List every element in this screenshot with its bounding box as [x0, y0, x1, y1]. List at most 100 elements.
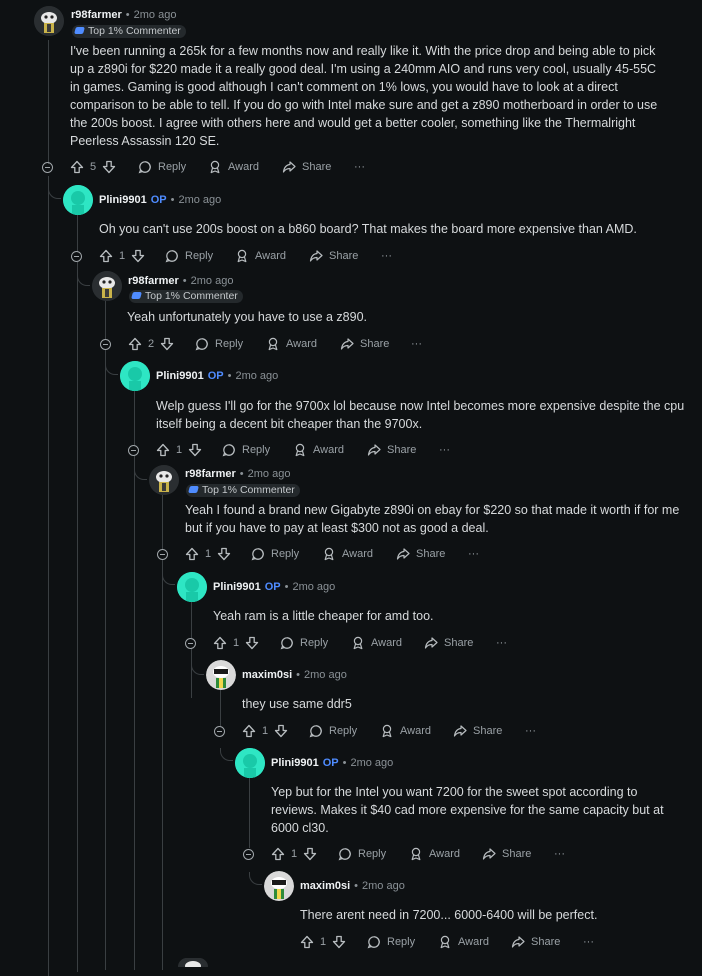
- downvote-icon[interactable]: [188, 443, 202, 457]
- upvote-icon[interactable]: [70, 160, 84, 174]
- share-button[interactable]: Share: [453, 721, 502, 741]
- upvote-icon[interactable]: [242, 724, 256, 738]
- timestamp[interactable]: 2mo ago: [178, 194, 221, 206]
- share-button[interactable]: Share: [340, 334, 389, 354]
- more-icon[interactable]: ···: [354, 157, 365, 177]
- downvote-icon[interactable]: [332, 935, 346, 949]
- share-button[interactable]: Share: [282, 157, 331, 177]
- username[interactable]: Plini9901: [99, 194, 147, 206]
- timestamp[interactable]: 2mo ago: [304, 669, 347, 681]
- avatar-icon[interactable]: [206, 660, 236, 690]
- timestamp[interactable]: 2mo ago: [134, 9, 177, 21]
- avatar-icon[interactable]: [92, 271, 122, 301]
- more-icon[interactable]: ···: [583, 932, 594, 952]
- more-icon[interactable]: ···: [468, 544, 479, 564]
- upvote-icon[interactable]: [271, 847, 285, 861]
- collapse-icon[interactable]: [71, 251, 82, 262]
- reply-button[interactable]: Reply: [195, 334, 243, 354]
- avatar-icon[interactable]: [177, 572, 207, 602]
- reply-button[interactable]: Reply: [338, 844, 386, 864]
- collapse-icon[interactable]: [185, 638, 196, 649]
- comment-body: Yeah I found a brand new Gigabyte z890i …: [185, 503, 680, 535]
- reply-button[interactable]: Reply: [138, 157, 186, 177]
- avatar-icon[interactable]: [149, 465, 179, 495]
- collapse-icon[interactable]: [128, 445, 139, 456]
- award-button[interactable]: Award: [293, 440, 344, 460]
- award-button[interactable]: Award: [208, 157, 259, 177]
- timestamp[interactable]: 2mo ago: [191, 275, 234, 287]
- reply-button[interactable]: Reply: [309, 721, 357, 741]
- avatar-icon[interactable]: [178, 958, 208, 967]
- downvote-icon[interactable]: [160, 337, 174, 351]
- award-button[interactable]: Award: [322, 544, 373, 564]
- collapse-icon[interactable]: [243, 849, 254, 860]
- share-button[interactable]: Share: [309, 246, 358, 266]
- upvote-icon[interactable]: [128, 337, 142, 351]
- upvote-icon[interactable]: [213, 636, 227, 650]
- downvote-icon[interactable]: [131, 249, 145, 263]
- avatar-icon[interactable]: [34, 6, 64, 36]
- username[interactable]: maxim0si: [242, 669, 292, 681]
- username[interactable]: maxim0si: [300, 880, 350, 892]
- more-icon[interactable]: ···: [525, 721, 536, 741]
- comment-header: r98farmer • 2mo ago: [185, 468, 291, 480]
- award-button[interactable]: Award: [380, 721, 431, 741]
- timestamp[interactable]: 2mo ago: [292, 581, 335, 593]
- downvote-icon[interactable]: [303, 847, 317, 861]
- avatar-icon[interactable]: [120, 361, 150, 391]
- downvote-icon[interactable]: [217, 547, 231, 561]
- collapse-icon[interactable]: [42, 162, 53, 173]
- upvote-icon[interactable]: [99, 249, 113, 263]
- more-icon[interactable]: ···: [496, 633, 507, 653]
- share-button[interactable]: Share: [511, 932, 560, 952]
- downvote-icon[interactable]: [274, 724, 288, 738]
- reply-button[interactable]: Reply: [280, 633, 328, 653]
- award-button[interactable]: Award: [351, 633, 402, 653]
- reply-button[interactable]: Reply: [251, 544, 299, 564]
- timestamp[interactable]: 2mo ago: [248, 468, 291, 480]
- upvote-icon[interactable]: [185, 547, 199, 561]
- award-icon: [411, 847, 421, 861]
- avatar-icon[interactable]: [264, 871, 294, 901]
- username[interactable]: Plini9901: [271, 757, 319, 769]
- reply-icon: [196, 338, 208, 350]
- upvote-icon[interactable]: [300, 935, 314, 949]
- downvote-icon[interactable]: [102, 160, 116, 174]
- vote-count: 5: [90, 161, 97, 173]
- username[interactable]: Plini9901: [156, 370, 204, 382]
- avatar-icon[interactable]: [63, 185, 93, 215]
- comment-actions: 1 Reply Award Share ···: [128, 440, 488, 460]
- share-button[interactable]: Share: [396, 544, 445, 564]
- downvote-icon[interactable]: [245, 636, 259, 650]
- award-button[interactable]: Award: [438, 932, 489, 952]
- username[interactable]: r98farmer: [128, 275, 179, 287]
- reply-button[interactable]: Reply: [222, 440, 270, 460]
- upvote-icon[interactable]: [156, 443, 170, 457]
- share-button[interactable]: Share: [424, 633, 473, 653]
- more-icon[interactable]: ···: [381, 246, 392, 266]
- more-icon[interactable]: ···: [554, 844, 565, 864]
- username[interactable]: r98farmer: [71, 9, 122, 21]
- share-button[interactable]: Share: [367, 440, 416, 460]
- more-icon[interactable]: ···: [411, 334, 422, 354]
- username[interactable]: Plini9901: [213, 581, 261, 593]
- collapse-icon[interactable]: [157, 549, 168, 560]
- award-button[interactable]: Award: [235, 246, 286, 266]
- collapse-icon[interactable]: [214, 726, 225, 737]
- reply-button[interactable]: Reply: [367, 932, 415, 952]
- username[interactable]: r98farmer: [185, 468, 236, 480]
- avatar-icon[interactable]: [235, 748, 265, 778]
- thread-branch: [105, 362, 118, 375]
- commenter-badge: Top 1% Commenter: [186, 484, 300, 497]
- share-button[interactable]: Share: [482, 844, 531, 864]
- collapse-icon[interactable]: [100, 339, 111, 350]
- comment-body: Welp guess I'll go for the 9700x lol bec…: [156, 399, 685, 431]
- reply-button[interactable]: Reply: [165, 246, 213, 266]
- award-button[interactable]: Award: [409, 844, 460, 864]
- award-button[interactable]: Award: [266, 334, 317, 354]
- comment-header: r98farmer • 2mo ago: [71, 9, 177, 21]
- timestamp[interactable]: 2mo ago: [235, 370, 278, 382]
- timestamp[interactable]: 2mo ago: [362, 880, 405, 892]
- timestamp[interactable]: 2mo ago: [350, 757, 393, 769]
- more-icon[interactable]: ···: [439, 440, 450, 460]
